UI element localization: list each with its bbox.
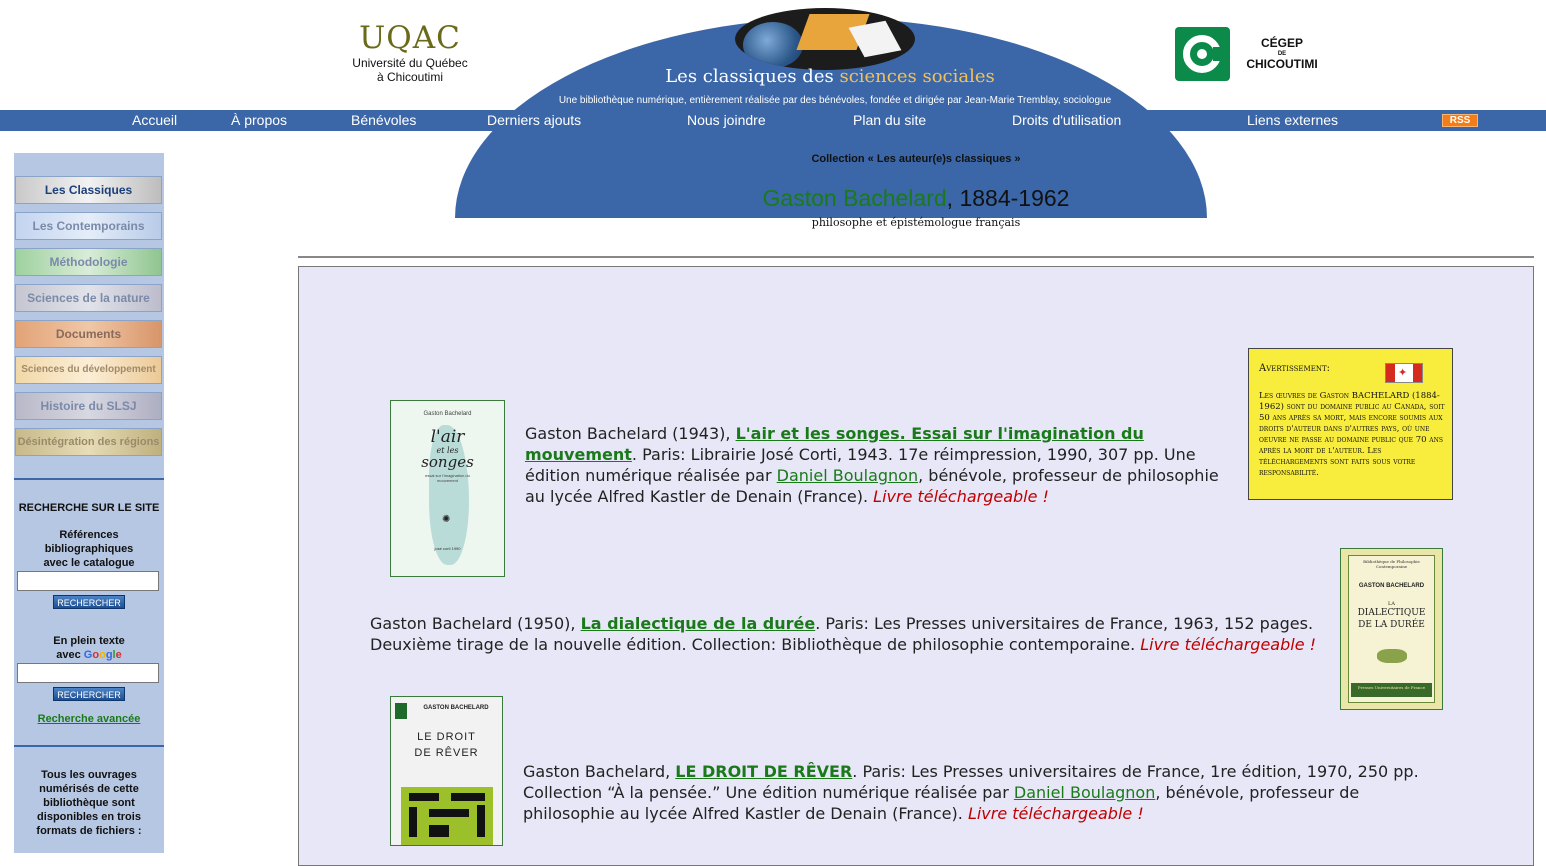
fulltext-label-2: avec Google	[14, 648, 164, 662]
fulltext-label-prefix: avec	[56, 649, 84, 661]
catalog-label-2: bibliographiques	[44, 543, 134, 555]
cover-emblem-icon	[1377, 649, 1407, 663]
rss-icon[interactable]: RSS	[1442, 114, 1478, 127]
formats-text-2: numérisés de cette	[39, 783, 139, 795]
site-title-plain: Les classiques des	[665, 66, 840, 87]
main-nav: Accueil À propos Bénévoles Derniers ajou…	[0, 110, 1546, 131]
search-heading: RECHERCHE SUR LE SITE	[18, 502, 160, 514]
site-title-accent: sciences sociales	[839, 66, 995, 87]
nav-derniers-ajouts[interactable]: Derniers ajouts	[487, 112, 581, 128]
sidebar-item-classiques[interactable]: Les Classiques	[15, 176, 162, 204]
cegep-line3: CHICOUTIMI	[1246, 57, 1318, 71]
cover-publisher: josé corti 1990	[434, 546, 461, 551]
catalog-search-input[interactable]	[17, 571, 159, 591]
volunteer-link[interactable]: Daniel Boulagnon	[777, 466, 918, 485]
book-link-droit-rever[interactable]: LE DROIT DE RÊVER	[675, 762, 852, 781]
cegep-emblem-icon	[1175, 27, 1230, 81]
nav-liens-externes[interactable]: Liens externes	[1247, 112, 1338, 128]
nav-a-propos[interactable]: À propos	[231, 112, 287, 128]
globe-logo-icon	[735, 8, 915, 70]
page-title: Gaston Bachelard, 1884-1962	[298, 185, 1534, 212]
uqac-line2: à Chicoutimi	[376, 70, 444, 84]
cover-author: Gaston Bachelard	[423, 411, 472, 417]
book-entry-air-songes: Gaston Bachelard (1943), L'air et les so…	[525, 424, 1219, 506]
cover-author: GASTON BACHELARD	[423, 705, 489, 711]
sidebar-divider	[14, 745, 164, 747]
cover-title-1: LE DROIT	[417, 731, 476, 743]
warning-heading: Avertissement:	[1259, 363, 1330, 374]
formats-text-3: bibliothèque sont	[43, 797, 135, 809]
canada-flag-icon: ✦	[1385, 363, 1423, 383]
formats-text-5: formats de fichiers :	[36, 825, 142, 837]
cegep-line1: CÉGEP	[1260, 36, 1303, 50]
sidebar: Les Classiques Les Contemporains Méthodo…	[14, 153, 164, 853]
uqac-logo[interactable]: UQAC Université du Québec à Chicoutimi	[340, 20, 480, 84]
sidebar-item-contemporains[interactable]: Les Contemporains	[15, 212, 162, 240]
author-description: philosophe et épistémologue français	[811, 216, 1021, 229]
google-logo-icon: Google	[83, 649, 122, 661]
download-label: Livre téléchargeable !	[1140, 635, 1317, 654]
cover-title-1: DIALECTIQUE	[1357, 608, 1426, 618]
cegep-logo[interactable]: CÉGEP DE CHICOUTIMI	[1175, 27, 1318, 81]
cover-subtitle: essai sur l'imagination du mouvement	[425, 473, 470, 483]
uqac-line1: Université du Québec	[352, 56, 468, 70]
sidebar-item-sciences-nature[interactable]: Sciences de la nature	[15, 284, 162, 312]
sidebar-item-histoire-slsj[interactable]: Histoire du SLSJ	[15, 392, 162, 420]
advanced-search-link[interactable]: Recherche avancée	[14, 712, 164, 726]
formats-text-4: disponibles en trois	[37, 811, 141, 823]
divider	[298, 256, 1534, 258]
google-search-input[interactable]	[17, 663, 159, 683]
book-cover-dialectique[interactable]: Bibliothèque de Philosophie Contemporain…	[1340, 548, 1443, 710]
sidebar-item-methodologie[interactable]: Méthodologie	[15, 248, 162, 276]
cover-author: GASTON BACHELARD	[1358, 583, 1425, 589]
google-search-button[interactable]: RECHERCHER	[53, 687, 125, 701]
download-label: Livre téléchargeable !	[967, 804, 1144, 823]
site-title[interactable]: Les classiques des sciences sociales	[640, 66, 1020, 87]
book-link-dialectique[interactable]: La dialectique de la durée	[581, 614, 816, 633]
cover-title-2: DE RÊVER	[414, 747, 479, 759]
nav-accueil[interactable]: Accueil	[132, 112, 177, 128]
site-tagline: Une bibliothèque numérique, entièrement …	[558, 95, 1112, 106]
sidebar-divider	[14, 478, 164, 480]
volunteer-link[interactable]: Daniel Boulagnon	[1014, 783, 1155, 802]
author-dates: , 1884-1962	[946, 185, 1070, 211]
warning-text: Les œuvres de Gaston BACHELARD (1884-196…	[1259, 391, 1445, 478]
catalog-label-3: avec le catalogue	[43, 557, 135, 569]
nav-nous-joindre[interactable]: Nous joindre	[687, 112, 766, 128]
book-cover-air-songes[interactable]: Gaston Bachelard l'air et les songes ess…	[390, 400, 505, 577]
site-header: UQAC Université du Québec à Chicoutimi L…	[0, 0, 1546, 218]
cover-series: Bibliothèque de Philosophie Contemporain…	[1363, 559, 1420, 569]
book-entry-dialectique: Gaston Bachelard (1950), La dialectique …	[370, 614, 1317, 654]
cover-title-1: l'air	[430, 427, 465, 447]
cover-ornament-icon: ✺	[442, 514, 451, 525]
book-entry-droit-rever: Gaston Bachelard, LE DROIT DE RÊVER. Par…	[523, 762, 1419, 823]
nav-benevoles[interactable]: Bénévoles	[351, 112, 416, 128]
uqac-abbr: UQAC	[359, 20, 461, 56]
cover-logo-icon	[395, 703, 407, 719]
download-label: Livre téléchargeable !	[873, 487, 1049, 506]
sidebar-item-sciences-developpement[interactable]: Sciences du développement	[15, 356, 162, 384]
sidebar-item-documents[interactable]: Documents	[15, 320, 162, 348]
cover-maze-icon	[401, 787, 493, 845]
nav-plan-du-site[interactable]: Plan du site	[853, 112, 926, 128]
breadcrumb: Collection « Les auteur(e)s classiques »	[811, 153, 1021, 165]
catalog-label-1: Références	[59, 529, 119, 541]
author-name-link[interactable]: Gaston Bachelard	[763, 185, 947, 211]
cover-title-3: songes	[421, 453, 474, 471]
nav-droits[interactable]: Droits d'utilisation	[1012, 112, 1121, 128]
sidebar-item-desintegration[interactable]: Désintégration des régions	[15, 428, 162, 456]
warning-box: Avertissement: ✦ Les œuvres de Gaston BA…	[1248, 348, 1453, 500]
cover-la: LA	[1388, 601, 1395, 607]
book-cover-droit-rever[interactable]: GASTON BACHELARD LE DROIT DE RÊVER	[390, 696, 503, 846]
formats-text-1: Tous les ouvrages	[41, 769, 137, 781]
fulltext-label-1: En plein texte	[53, 635, 125, 647]
catalog-search-button[interactable]: RECHERCHER	[53, 595, 125, 609]
cover-publisher: Presses Universitaires de France	[1357, 685, 1426, 690]
cover-title-2: DE LA DURÉE	[1358, 620, 1425, 630]
